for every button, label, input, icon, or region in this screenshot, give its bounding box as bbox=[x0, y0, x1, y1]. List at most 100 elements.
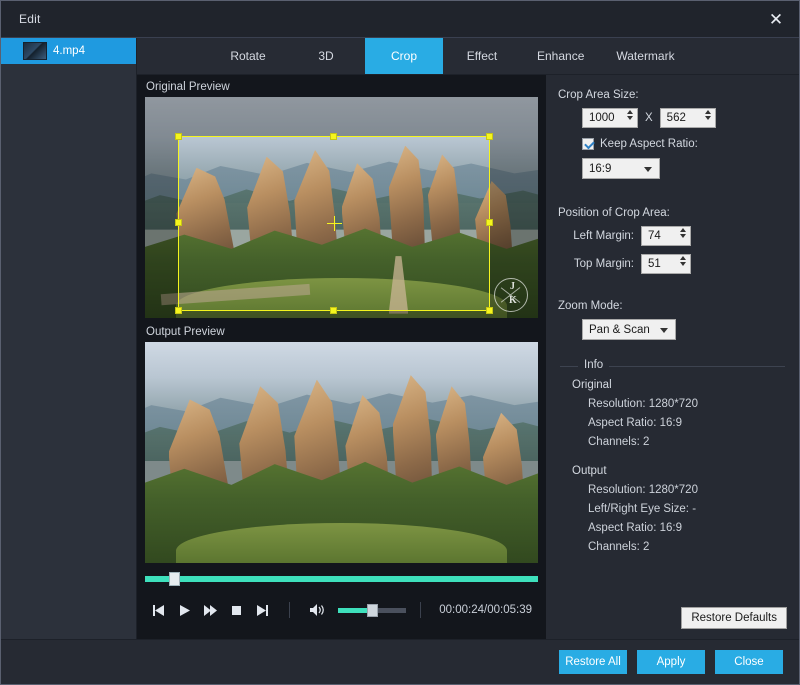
tab-bar: Rotate 3D Crop Effect Enhance Watermark bbox=[137, 38, 799, 75]
speaker-icon[interactable] bbox=[304, 597, 330, 623]
info-original-heading: Original bbox=[572, 379, 787, 391]
crop-handle-bottom-left[interactable] bbox=[175, 307, 182, 314]
top-margin-stepper[interactable] bbox=[680, 256, 686, 266]
aspect-ratio-row: 16:9 bbox=[558, 158, 787, 179]
jk-watermark-icon: J K bbox=[494, 278, 528, 312]
original-preview-wrapper: J K bbox=[145, 97, 538, 318]
crop-width-stepper[interactable] bbox=[627, 110, 633, 120]
crop-handle-top-center[interactable] bbox=[330, 133, 337, 140]
file-sidebar: 4.mp4 bbox=[1, 38, 137, 639]
top-margin-input[interactable]: 51 bbox=[641, 254, 691, 274]
title-bar: Edit ✕ bbox=[1, 1, 799, 38]
keep-aspect-ratio-label: Keep Aspect Ratio: bbox=[600, 138, 698, 150]
tab-enhance[interactable]: Enhance bbox=[521, 38, 600, 74]
window-title: Edit bbox=[1, 12, 40, 26]
info-output-heading: Output bbox=[572, 465, 787, 477]
info-content: Original Resolution: 1280*720 Aspect Rat… bbox=[558, 367, 787, 553]
crop-height-value: 562 bbox=[667, 112, 686, 124]
zoom-mode-label: Zoom Mode: bbox=[558, 300, 787, 312]
volume-fill bbox=[338, 608, 367, 613]
size-separator: X bbox=[645, 112, 653, 124]
crop-height-input[interactable]: 562 bbox=[660, 108, 716, 128]
top-margin-row: Top Margin: 51 bbox=[558, 254, 787, 274]
info-group: Info Original Resolution: 1280*720 Aspec… bbox=[558, 366, 787, 560]
tab-content-crop: Original Preview bbox=[137, 75, 799, 639]
transport-controls: 00:00:24/00:05:39 bbox=[137, 590, 546, 630]
timecode-display: 00:00:24/00:05:39 bbox=[439, 604, 538, 616]
info-output-resolution: Resolution: 1280*720 bbox=[588, 484, 787, 496]
info-output-channels: Channels: 2 bbox=[588, 541, 787, 553]
next-button[interactable] bbox=[249, 597, 275, 623]
left-margin-input[interactable]: 74 bbox=[641, 226, 691, 246]
dialog-footer: Restore All Apply Close bbox=[1, 639, 799, 684]
sidebar-item-4mp4[interactable]: 4.mp4 bbox=[1, 38, 136, 64]
top-margin-label: Top Margin: bbox=[558, 258, 634, 270]
info-original-aspect-ratio: Aspect Ratio: 16:9 bbox=[588, 417, 787, 429]
crop-width-value: 1000 bbox=[589, 112, 615, 124]
volume-slider[interactable] bbox=[338, 608, 406, 613]
left-margin-row: Left Margin: 74 bbox=[558, 226, 787, 246]
watermark-letter-k: K bbox=[509, 295, 517, 306]
crop-handle-top-left[interactable] bbox=[175, 133, 182, 140]
tab-rotate[interactable]: Rotate bbox=[209, 38, 287, 74]
restore-all-button[interactable]: Restore All bbox=[559, 650, 627, 674]
info-spacer bbox=[572, 455, 787, 465]
output-preview-wrapper bbox=[145, 342, 538, 563]
close-icon[interactable]: ✕ bbox=[763, 7, 789, 31]
tab-watermark[interactable]: Watermark bbox=[600, 38, 690, 74]
restore-defaults-button[interactable]: Restore Defaults bbox=[681, 607, 787, 629]
divider bbox=[289, 602, 290, 618]
apply-button[interactable]: Apply bbox=[637, 650, 705, 674]
original-preview-label: Original Preview bbox=[137, 75, 546, 97]
output-preview-label: Output Preview bbox=[137, 318, 546, 342]
crop-handle-bottom-right[interactable] bbox=[486, 307, 493, 314]
original-preview-image[interactable]: J K bbox=[145, 97, 538, 318]
crop-area-size-label: Crop Area Size: bbox=[558, 89, 787, 101]
previous-button[interactable] bbox=[145, 597, 171, 623]
fast-forward-button[interactable] bbox=[197, 597, 223, 623]
video-thumbnail-icon bbox=[23, 42, 47, 60]
zoom-mode-value: Pan & Scan bbox=[589, 324, 650, 336]
crop-height-stepper[interactable] bbox=[705, 110, 711, 120]
seek-bar[interactable] bbox=[145, 576, 538, 582]
sidebar-item-label: 4.mp4 bbox=[53, 45, 85, 57]
seek-bar-thumb[interactable] bbox=[169, 572, 180, 586]
top-margin-value: 51 bbox=[648, 258, 661, 270]
seek-bar-row bbox=[145, 568, 538, 590]
crop-selection-box[interactable] bbox=[178, 136, 490, 311]
divider-2 bbox=[420, 602, 421, 618]
info-original-channels: Channels: 2 bbox=[588, 436, 787, 448]
tab-3d[interactable]: 3D bbox=[287, 38, 365, 74]
aspect-ratio-select[interactable]: 16:9 bbox=[582, 158, 660, 179]
crop-size-row: 1000 X 562 bbox=[558, 108, 787, 128]
info-output-aspect-ratio: Aspect Ratio: 16:9 bbox=[588, 522, 787, 534]
main-column: Rotate 3D Crop Effect Enhance Watermark … bbox=[137, 38, 799, 639]
edit-window: Edit ✕ 4.mp4 Rotate 3D Crop Effect Enhan… bbox=[0, 0, 800, 685]
crop-handle-middle-right[interactable] bbox=[486, 219, 493, 226]
chevron-down-icon bbox=[644, 167, 652, 172]
tab-crop[interactable]: Crop bbox=[365, 38, 443, 74]
crop-handle-middle-left[interactable] bbox=[175, 219, 182, 226]
crop-settings-panel: Crop Area Size: 1000 X 562 bbox=[546, 75, 799, 639]
zoom-mode-row: Pan & Scan bbox=[558, 319, 787, 340]
crop-center-crosshair-icon[interactable] bbox=[327, 216, 342, 231]
aspect-ratio-value: 16:9 bbox=[589, 163, 611, 175]
stop-button[interactable] bbox=[223, 597, 249, 623]
preview-pane: Original Preview bbox=[137, 75, 546, 639]
info-original-resolution: Resolution: 1280*720 bbox=[588, 398, 787, 410]
left-margin-stepper[interactable] bbox=[680, 228, 686, 238]
close-button[interactable]: Close bbox=[715, 650, 783, 674]
play-button[interactable] bbox=[171, 597, 197, 623]
crop-handle-top-right[interactable] bbox=[486, 133, 493, 140]
chevron-down-icon-2 bbox=[660, 328, 668, 333]
volume-slider-thumb[interactable] bbox=[367, 604, 378, 617]
info-output-eye-size: Left/Right Eye Size: - bbox=[588, 503, 787, 515]
crop-handle-bottom-center[interactable] bbox=[330, 307, 337, 314]
window-body: 4.mp4 Rotate 3D Crop Effect Enhance Wate… bbox=[1, 38, 799, 639]
crop-width-input[interactable]: 1000 bbox=[582, 108, 638, 128]
keep-aspect-ratio-checkbox[interactable] bbox=[582, 138, 594, 150]
info-legend: Info bbox=[578, 359, 609, 371]
zoom-mode-select[interactable]: Pan & Scan bbox=[582, 319, 676, 340]
tab-effect[interactable]: Effect bbox=[443, 38, 521, 74]
keep-aspect-ratio-row[interactable]: Keep Aspect Ratio: bbox=[582, 138, 787, 150]
